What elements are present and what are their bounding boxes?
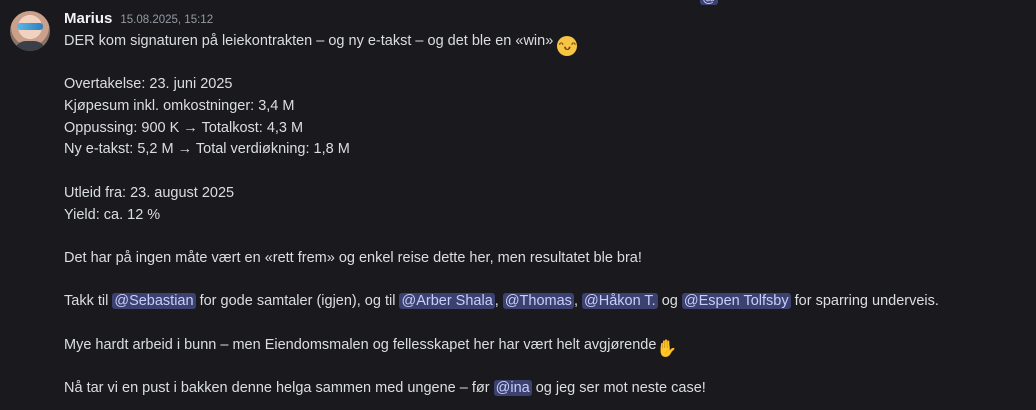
closing-line: Nå tar vi en pust i bakken denne helga s…: [64, 378, 1024, 400]
mention-espen[interactable]: @Espen Tolfsby: [681, 293, 791, 310]
separator: ,: [573, 293, 582, 310]
raised-hands-icon: ✋: [656, 338, 678, 358]
rental-line: Utleid fra: 23. august 2025: [64, 184, 235, 201]
thanks-suffix: for sparring underveis.: [790, 293, 939, 310]
thanks-prefix: Takk til: [64, 293, 113, 310]
intro-text: DER kom signaturen på leiekontrakten – o…: [64, 33, 554, 49]
separator: ,: [494, 293, 503, 310]
fact-line: Ny e-takst: 5,2 M → Total verdiøkning: 1…: [64, 141, 350, 158]
message-line-intro: DER kom signaturen på leiekontrakten – o…: [64, 31, 1024, 56]
avatar-glasses: [17, 23, 43, 30]
avatar-shirt: [14, 41, 46, 51]
chat-message: Marius 15.08.2025, 15:12 DER kom signatu…: [64, 10, 1024, 400]
mention-thomas[interactable]: @Thomas: [502, 293, 574, 310]
mention-arber[interactable]: @Arber Shala: [399, 293, 495, 310]
previous-message-cutoff: @: [0, 0, 1036, 6]
mention-ina[interactable]: @ina: [493, 380, 532, 396]
author-name[interactable]: Marius: [64, 10, 112, 27]
separator: og: [657, 293, 682, 310]
mention-cutoff[interactable]: @: [700, 0, 719, 5]
rental-line: Yield: ca. 12 %: [64, 206, 161, 223]
mention-hakon[interactable]: @Håkon T.: [582, 293, 658, 310]
message-paragraph: Det har på ingen måte vært en «rett frem…: [64, 249, 642, 266]
thanks-text: for gode samtaler (igjen), og til: [195, 293, 400, 310]
message-timestamp[interactable]: 15.08.2025, 15:12: [120, 14, 213, 26]
closing-prefix: Nå tar vi en pust i bakken denne helga s…: [64, 380, 494, 396]
avatar[interactable]: [10, 11, 50, 51]
fact-line: Kjøpesum inkl. omkostninger: 3,4 M: [64, 98, 295, 115]
mention-sebastian[interactable]: @Sebastian: [112, 293, 196, 310]
fact-line: Overtakelse: 23. juni 2025: [64, 76, 233, 93]
hardwork-line: Mye hardt arbeid i bunn – men Eiendomsma…: [64, 335, 1024, 358]
fact-line: Oppussing: 900 K → Totalkost: 4,3 M: [64, 119, 304, 136]
closing-suffix: og jeg ser mot neste case!: [531, 380, 706, 396]
grin-emoji-icon: ᵔᴗᵔ: [557, 36, 578, 56]
thanks-line: Takk til @Sebastian for gode samtaler (i…: [64, 291, 1024, 313]
message-header: Marius 15.08.2025, 15:12: [64, 10, 1024, 30]
hardwork-text: Mye hardt arbeid i bunn – men Eiendomsma…: [64, 336, 657, 353]
